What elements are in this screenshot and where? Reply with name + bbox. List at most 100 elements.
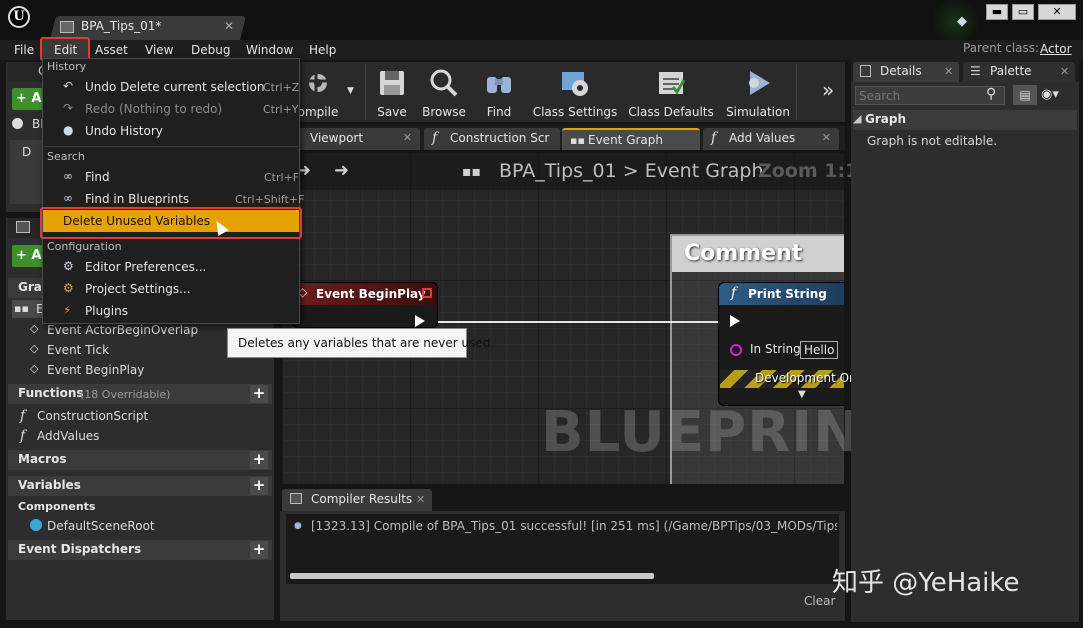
palette-tab-label: Palette bbox=[990, 64, 1032, 78]
save-label: Save bbox=[377, 105, 407, 119]
unreal-logo-icon: U bbox=[8, 6, 30, 28]
event-item[interactable]: Event Tick bbox=[47, 343, 109, 357]
tab-label: Viewport bbox=[310, 131, 364, 145]
in-string-pin[interactable] bbox=[730, 344, 742, 356]
print-string-title: Print String bbox=[748, 287, 827, 301]
binoculars-icon bbox=[487, 77, 511, 93]
menu-item-undo-history[interactable]: Undo History bbox=[85, 124, 163, 138]
menu-section-search: Search bbox=[47, 150, 85, 163]
tab-label: Add Values bbox=[729, 131, 796, 145]
search-icon[interactable]: ⚲ bbox=[986, 86, 996, 102]
menu-edit[interactable]: Edit bbox=[54, 41, 77, 59]
menu-item-find[interactable]: Find bbox=[85, 170, 110, 184]
exec-out-pin[interactable] bbox=[415, 315, 425, 327]
menu-section-configuration: Configuration bbox=[47, 240, 122, 253]
event-begin-play-title: Event BeginPlay bbox=[316, 287, 426, 301]
document-tab-label: BPA_Tips_01* bbox=[81, 19, 162, 33]
function-item[interactable]: ConstructionScript bbox=[37, 409, 148, 423]
tab-add-values[interactable]: f Add Values ✕ bbox=[703, 128, 839, 150]
functions-overridable-count: (18 Overridable) bbox=[80, 388, 171, 401]
close-tab-icon[interactable]: ✕ bbox=[416, 493, 425, 506]
event-icon: ◇ bbox=[30, 322, 39, 335]
menu-item-delete-unused-variables[interactable]: Delete Unused Variables bbox=[63, 214, 210, 228]
component-item[interactable]: DefaultSceneRoot bbox=[47, 519, 155, 533]
breadcrumb-separator: > bbox=[622, 160, 639, 182]
eye-icon[interactable]: ◉▾ bbox=[1041, 87, 1059, 102]
expand-node-icon[interactable]: ▼ bbox=[798, 389, 806, 400]
save-icon bbox=[380, 71, 404, 95]
view-options-icon[interactable]: ▤ bbox=[1013, 85, 1037, 105]
parent-class-link[interactable]: Actor bbox=[1040, 42, 1072, 56]
simulation-button[interactable]: Simulation bbox=[724, 64, 792, 120]
add-variable-button[interactable]: + bbox=[250, 477, 268, 495]
details-search-input[interactable] bbox=[855, 86, 1005, 105]
development-only-label: Development On bbox=[755, 371, 857, 385]
simulation-icon bbox=[749, 71, 770, 95]
close-tab-icon[interactable]: ✕ bbox=[1060, 65, 1069, 78]
forward-arrow-icon[interactable]: ➜ bbox=[334, 160, 349, 181]
class-settings-button[interactable]: Class Settings bbox=[530, 64, 620, 120]
gear-icon: ⚙ bbox=[63, 259, 74, 273]
event-item[interactable]: Event BeginPlay bbox=[47, 363, 144, 377]
menu-file[interactable]: File bbox=[14, 41, 34, 59]
maximize-button[interactable]: ▭ bbox=[1012, 4, 1034, 20]
minimize-button[interactable]: ▬ bbox=[986, 4, 1008, 20]
scene-root-icon bbox=[30, 519, 42, 531]
graph-category-label: Graph bbox=[865, 112, 906, 126]
output-delegate-pin[interactable] bbox=[422, 288, 432, 298]
close-tab-icon[interactable]: ✕ bbox=[224, 19, 234, 33]
browse-icon bbox=[430, 69, 458, 97]
menu-view[interactable]: View bbox=[145, 41, 173, 59]
close-tab-icon[interactable]: ✕ bbox=[944, 65, 953, 78]
blueprint-asset-icon bbox=[60, 21, 74, 33]
close-tab-icon[interactable]: ✕ bbox=[822, 131, 831, 144]
collapse-icon[interactable]: ◢ bbox=[853, 112, 861, 125]
default-component-item[interactable]: D bbox=[22, 145, 31, 159]
source-control-icon[interactable]: ◆ bbox=[957, 14, 973, 29]
function-item[interactable]: AddValues bbox=[37, 429, 99, 443]
components-category-label: Components bbox=[18, 500, 96, 513]
tab-event-graph[interactable]: ▪▪ Event Graph bbox=[562, 128, 700, 150]
clear-button[interactable]: Clear bbox=[804, 594, 835, 608]
construction-script-icon: f bbox=[20, 408, 26, 424]
exec-in-pin[interactable] bbox=[730, 315, 740, 327]
menu-item-find-in-blueprints[interactable]: Find in Blueprints bbox=[85, 192, 189, 206]
menu-debug[interactable]: Debug bbox=[191, 41, 230, 59]
compiler-results-label: Compiler Results bbox=[311, 492, 413, 506]
blueprint-watermark: BLUEPRINT bbox=[541, 400, 901, 465]
breadcrumb: BPA_Tips_01 > Event Graph bbox=[499, 160, 763, 182]
horizontal-scrollbar[interactable] bbox=[290, 573, 654, 579]
toolbar-overflow-icon[interactable]: » bbox=[822, 78, 834, 102]
browse-button[interactable]: Browse bbox=[420, 64, 468, 120]
menu-item-undo[interactable]: Undo Delete current selection bbox=[85, 80, 264, 94]
add-function-button[interactable]: + bbox=[250, 385, 268, 403]
menu-item-plugins[interactable]: Plugins bbox=[85, 304, 128, 318]
breadcrumb-root[interactable]: BPA_Tips_01 bbox=[499, 160, 617, 182]
find-label: Find bbox=[486, 105, 512, 119]
redo-shortcut: Ctrl+Y bbox=[263, 103, 299, 116]
tab-viewport[interactable]: Viewport ✕ bbox=[296, 128, 420, 150]
find-button[interactable]: Find bbox=[476, 64, 522, 120]
menu-window[interactable]: Window bbox=[246, 41, 293, 59]
menu-help[interactable]: Help bbox=[309, 41, 336, 59]
undo-icon: ↶ bbox=[63, 79, 74, 93]
compile-options-chevron-icon[interactable]: ▼ bbox=[347, 86, 354, 96]
add-macro-button[interactable]: + bbox=[250, 451, 268, 469]
close-tab-icon[interactable]: ✕ bbox=[403, 131, 412, 144]
close-window-button[interactable]: ✕ bbox=[1038, 4, 1076, 20]
event-item[interactable]: Event ActorBeginOverlap bbox=[47, 323, 198, 337]
class-settings-icon bbox=[562, 72, 588, 96]
tab-construction-script[interactable]: f Construction Scr bbox=[424, 128, 560, 150]
save-button[interactable]: Save bbox=[370, 64, 414, 120]
compiler-results-icon bbox=[290, 493, 302, 504]
add-dispatcher-button[interactable]: + bbox=[250, 541, 268, 559]
browse-label: Browse bbox=[422, 105, 466, 119]
class-defaults-button[interactable]: Class Defaults bbox=[626, 64, 716, 120]
in-string-value[interactable]: Hello bbox=[800, 341, 838, 359]
plug-icon: ⚡ bbox=[63, 303, 72, 317]
menu-asset[interactable]: Asset bbox=[95, 41, 128, 59]
menu-item-editor-preferences[interactable]: Editor Preferences... bbox=[85, 260, 206, 274]
menu-item-project-settings[interactable]: Project Settings... bbox=[85, 282, 191, 296]
tooltip: Deletes any variables that are never use… bbox=[227, 328, 490, 358]
function-icon: f bbox=[20, 428, 26, 444]
